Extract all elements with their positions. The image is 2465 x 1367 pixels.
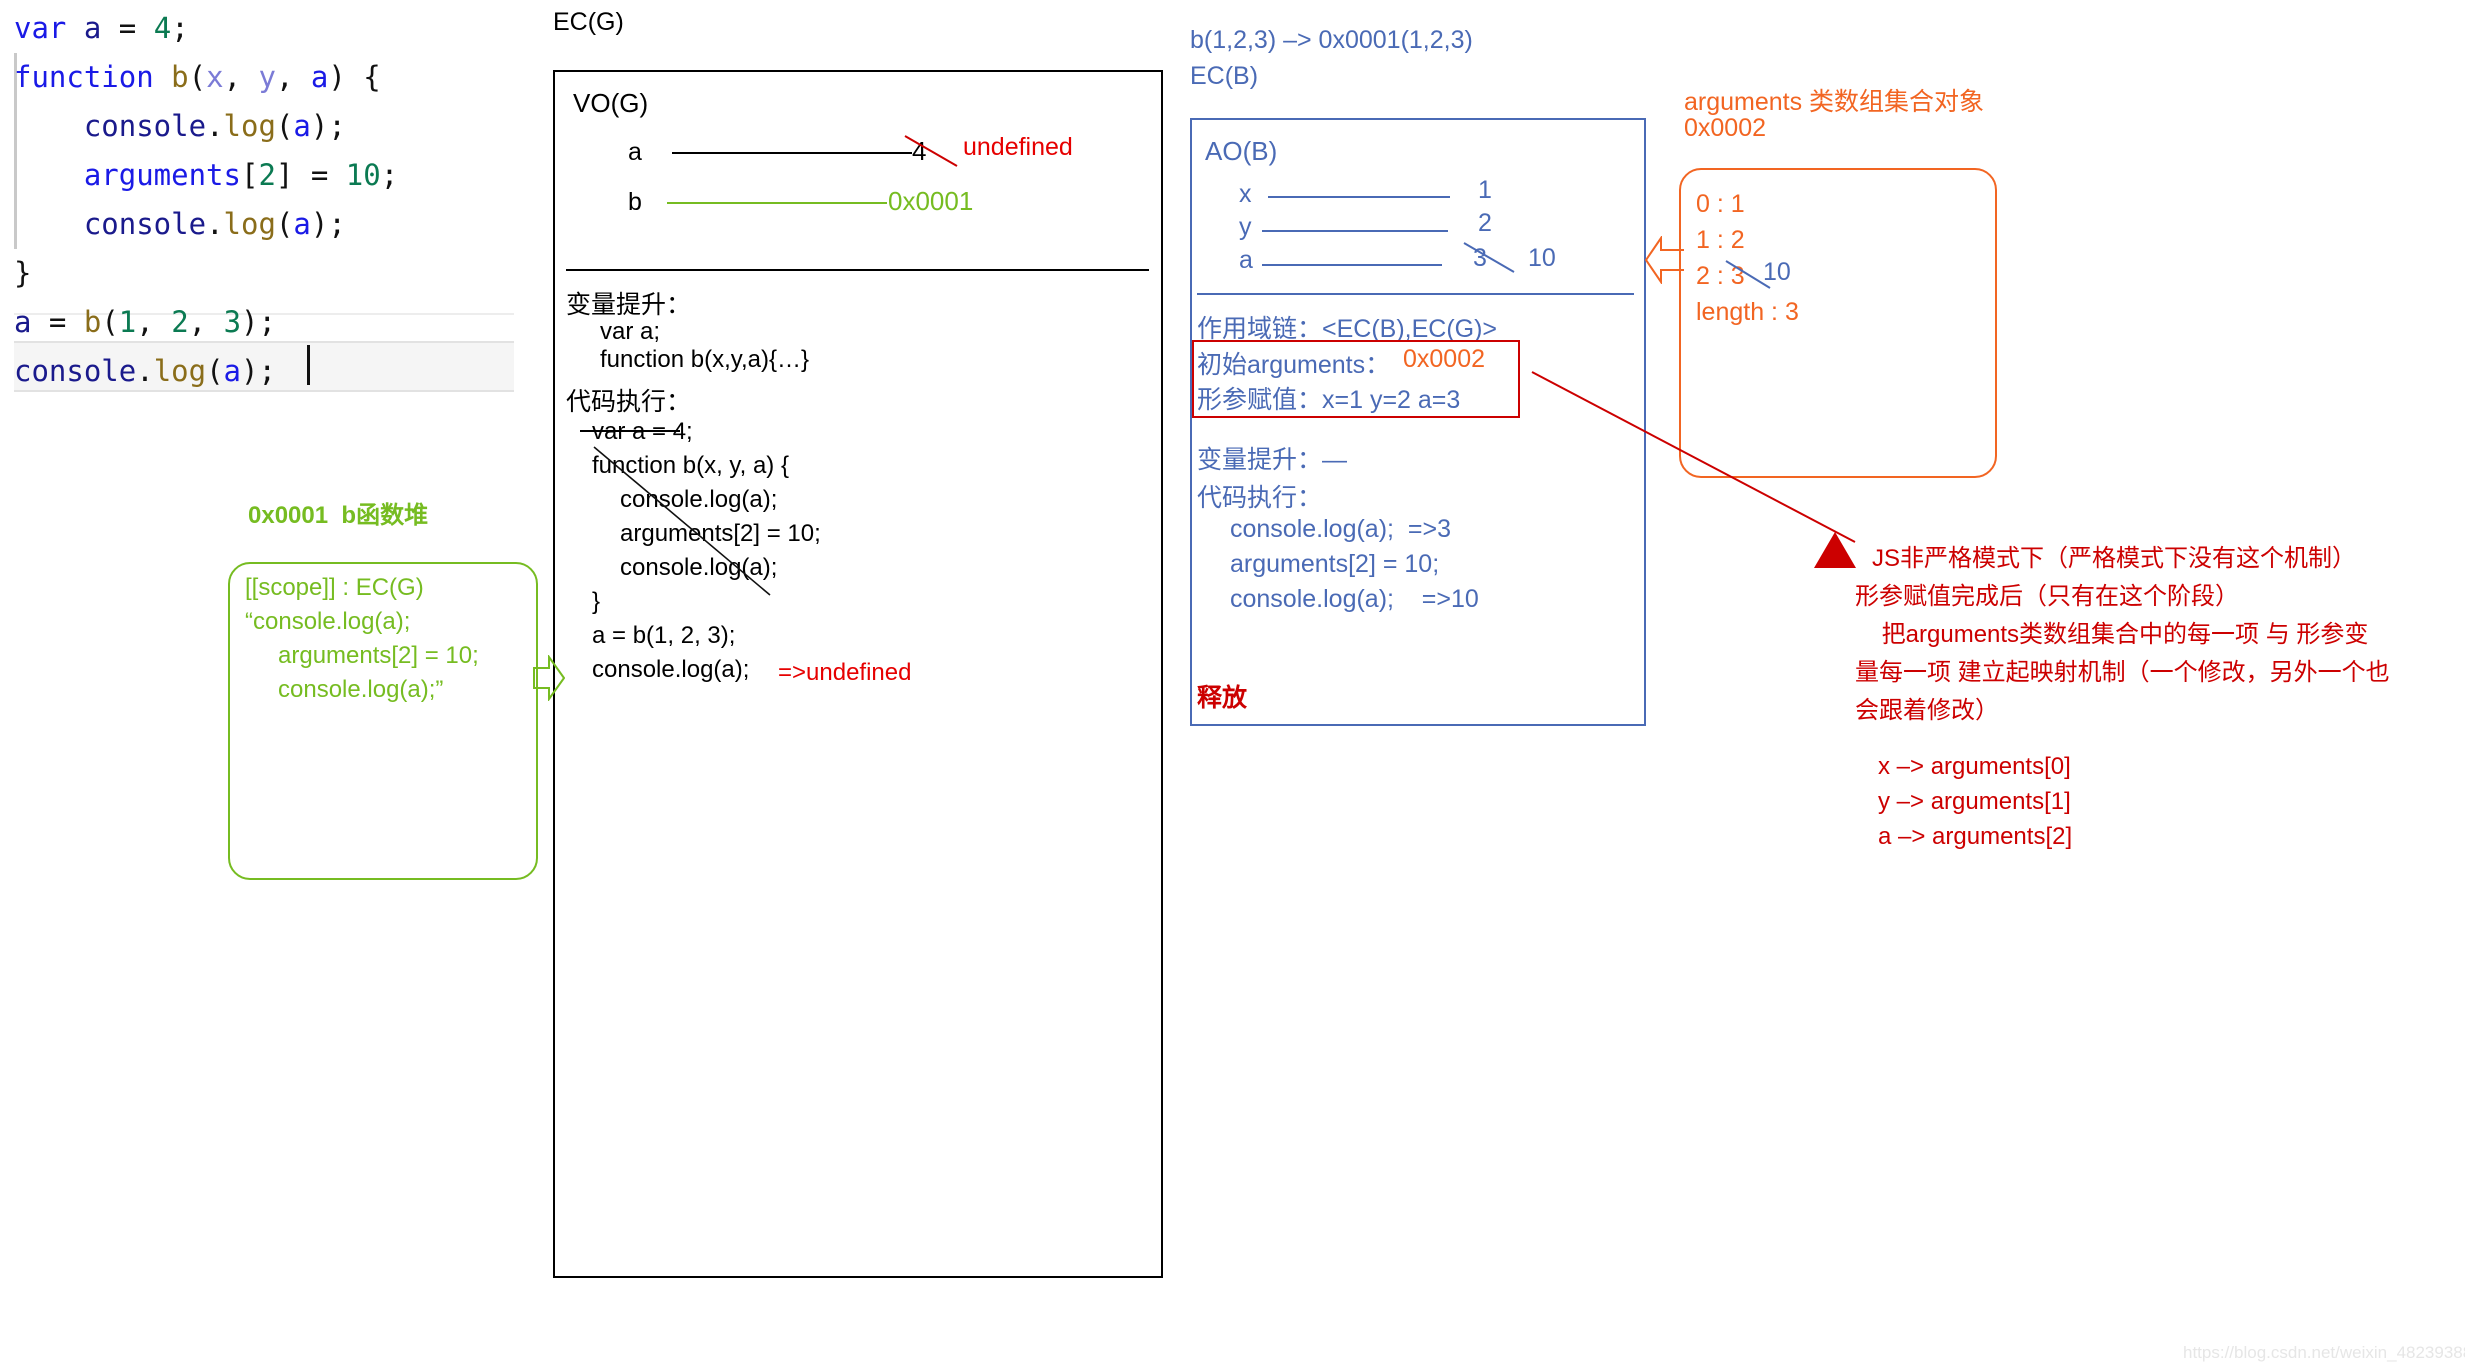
arguments-title: arguments 类数组集合对象 xyxy=(1684,82,1984,118)
arguments-entry-new-value: 10 xyxy=(1763,258,1791,287)
heap-line: “console.log(a); xyxy=(245,608,410,636)
strikethrough-icon xyxy=(580,430,680,432)
heap-title: 0x0001 b函数堆 xyxy=(248,495,428,530)
vog-var-b-connector xyxy=(667,202,887,204)
aob-var-y-name: y xyxy=(1239,213,1252,242)
aob-var-a-connector xyxy=(1262,264,1442,266)
ecg-hoist-line: function b(x,y,a){…} xyxy=(600,346,809,374)
aob-var-y-connector xyxy=(1262,230,1448,232)
aob-title: AO(B) xyxy=(1205,136,1277,167)
note-mapping-line: a –> arguments[2] xyxy=(1878,823,2072,851)
aob-hoist: 变量提升：— xyxy=(1197,440,1347,476)
aob-init-arguments-value: 0x0002 xyxy=(1403,345,1485,374)
vog-var-b-name: b xyxy=(628,188,642,217)
aob-exec-line: console.log(a); =>3 xyxy=(1230,515,1451,544)
heap-line: console.log(a);” xyxy=(278,676,443,704)
aob-formal-assign: 形参赋值：x=1 y=2 a=3 xyxy=(1197,380,1460,416)
aob-divider xyxy=(1197,293,1634,295)
aob-var-a-name: a xyxy=(1239,246,1253,275)
aob-exec-line: arguments[2] = 10; xyxy=(1230,550,1439,579)
heap-line: [[scope]] : EC(G) xyxy=(245,574,424,602)
arguments-entry: 1 : 2 xyxy=(1696,226,1745,255)
code-line-8-active[interactable]: console.log(a); xyxy=(14,347,524,396)
ecg-hoist-line: var a; xyxy=(600,318,660,346)
ecb-title: EC(B) xyxy=(1190,62,1258,91)
aob-release-label: 释放 xyxy=(1197,678,1247,714)
aob-var-y-value: 2 xyxy=(1478,209,1492,238)
ecg-exec-title: 代码执行： xyxy=(566,382,691,418)
strikethrough-icon xyxy=(903,133,959,169)
vog-var-b-value: 0x0001 xyxy=(888,186,973,217)
arguments-entry: length : 3 xyxy=(1696,298,1799,327)
aob-exec-title: 代码执行： xyxy=(1197,478,1322,514)
code-line-5[interactable]: console.log(a); xyxy=(14,200,524,249)
vog-divider xyxy=(566,269,1149,271)
note-mapping-line: x –> arguments[0] xyxy=(1878,753,2071,781)
code-line-2[interactable]: function b(x, y, a) { xyxy=(14,53,524,102)
code-line-3[interactable]: console.log(a); xyxy=(14,102,524,151)
ecg-exec-line: console.log(a); xyxy=(592,656,749,684)
ecg-title: EC(G) xyxy=(553,8,624,37)
note-mapping-line: y –> arguments[1] xyxy=(1878,788,2071,816)
vog-var-a-connector xyxy=(672,152,912,154)
ecg-hoist-title: 变量提升： xyxy=(566,285,691,321)
note-line: 形参赋值完成后（只有在这个阶段） xyxy=(1855,576,2239,611)
ecb-call-label: b(1,2,3) –> 0x0001(1,2,3) xyxy=(1190,26,1473,55)
note-line: 把arguments类数组集合中的每一项 与 形参变 xyxy=(1855,614,2368,649)
note-line: 量每一项 建立起映射机制（一个修改，另外一个也 xyxy=(1855,652,2390,687)
arguments-entry: 0 : 1 xyxy=(1696,190,1745,219)
arguments-address: 0x0002 xyxy=(1684,114,1766,143)
aob-var-x-connector xyxy=(1268,196,1450,198)
triangle-pointer-icon xyxy=(1812,530,1858,570)
heap-line: arguments[2] = 10; xyxy=(278,642,479,670)
vog-var-a-note: undefined xyxy=(963,133,1073,162)
aob-var-a-new-value: 10 xyxy=(1528,244,1556,273)
arrow-right-icon xyxy=(533,655,565,701)
ecg-exec-result: =>undefined xyxy=(778,659,911,687)
strikethrough-icon xyxy=(1462,240,1518,276)
ecg-exec-line: a = b(1, 2, 3); xyxy=(592,622,735,650)
code-line-7[interactable]: a = b(1, 2, 3); xyxy=(14,298,524,347)
note-line: JS非严格模式下（严格模式下没有这个机制） xyxy=(1872,538,2356,573)
aob-init-arguments-label: 初始arguments： xyxy=(1197,345,1390,381)
code-line-1[interactable]: var a = 4; xyxy=(14,4,524,53)
code-line-6[interactable]: } xyxy=(14,249,524,298)
aob-var-x-name: x xyxy=(1239,180,1252,209)
vog-title: VO(G) xyxy=(573,88,648,119)
note-line: 会跟着修改） xyxy=(1855,690,1999,725)
cross-out-icon xyxy=(592,445,792,605)
watermark: https://blog.csdn.net/weixin_48239388 xyxy=(2183,1343,2465,1363)
aob-exec-line: console.log(a); =>10 xyxy=(1230,585,1479,614)
ecg-exec-line: var a = 4; xyxy=(592,418,693,446)
code-editor[interactable]: var a = 4; function b(x, y, a) { console… xyxy=(14,4,524,396)
aob-var-x-value: 1 xyxy=(1478,176,1492,205)
code-line-4[interactable]: arguments[2] = 10; xyxy=(14,151,524,200)
arrow-left-icon xyxy=(1645,236,1685,284)
vog-var-a-name: a xyxy=(628,138,642,167)
